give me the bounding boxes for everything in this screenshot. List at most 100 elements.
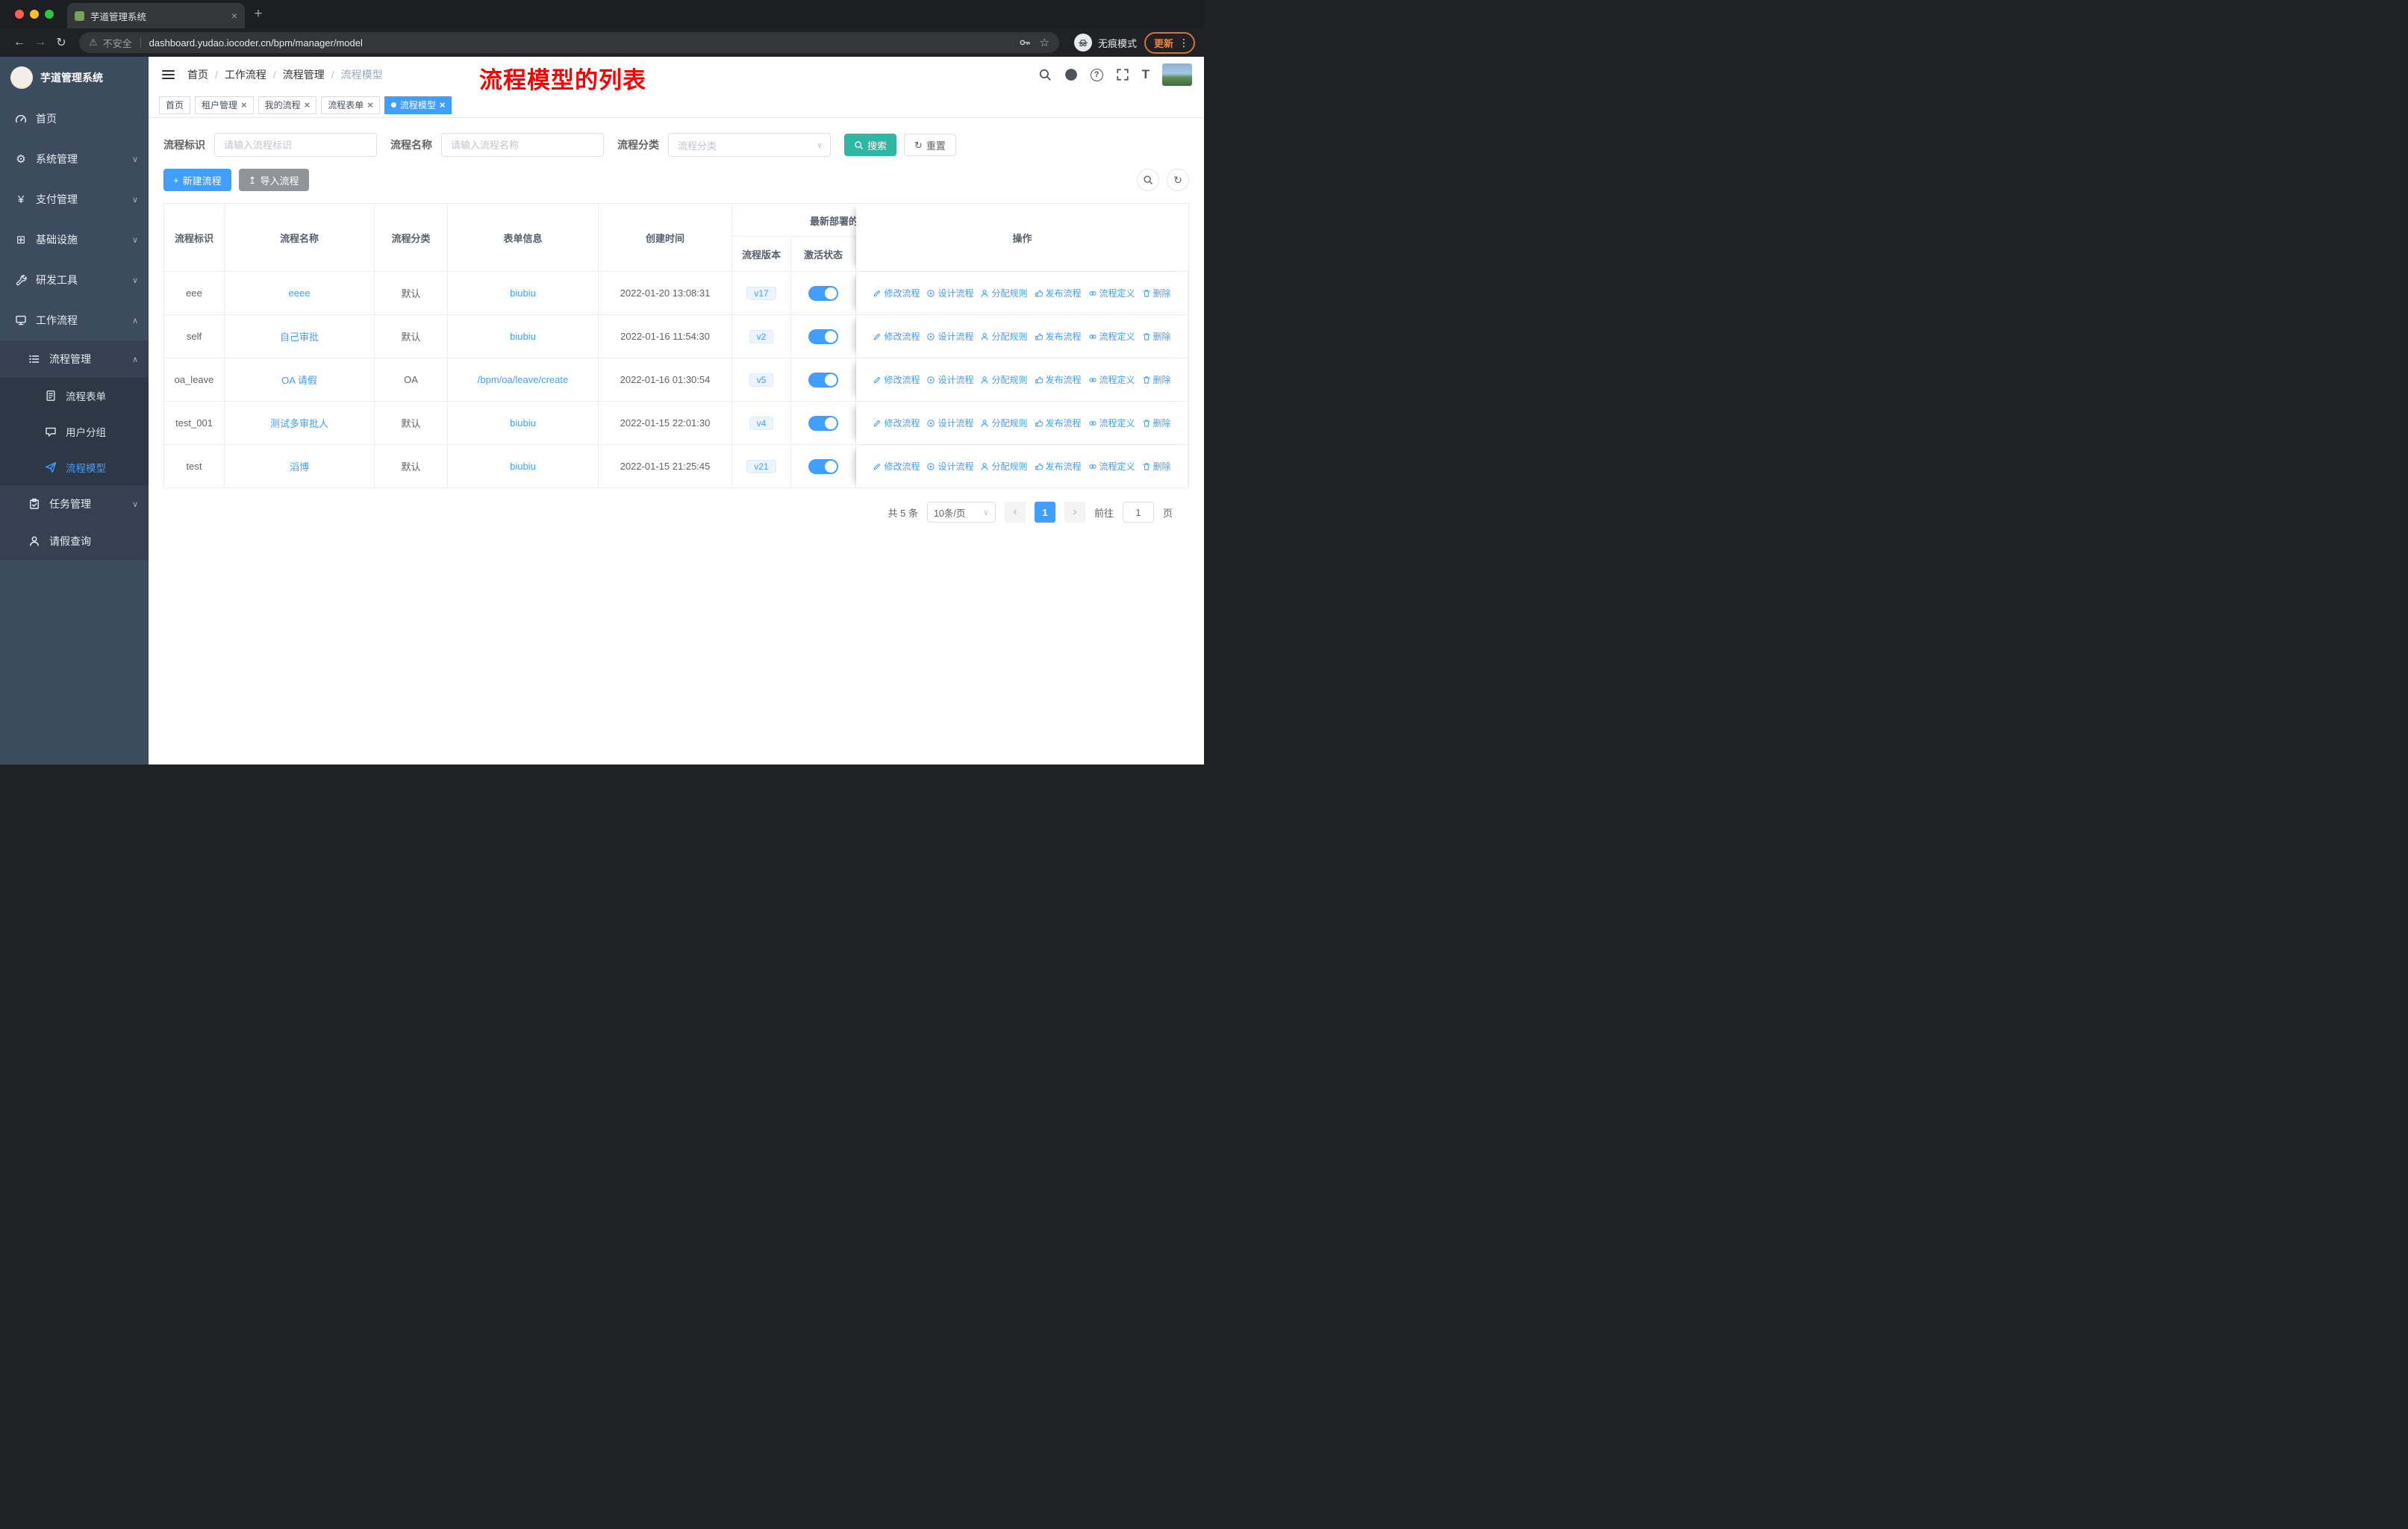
address-bar[interactable]: ⚠ 不安全 dashboard.yudao.iocoder.cn/bpm/man… [79, 32, 1059, 53]
process-definition-link[interactable]: 流程定义 [1088, 460, 1135, 473]
search-button[interactable]: 搜索 [844, 134, 897, 156]
bookmark-star-icon[interactable]: ☆ [1040, 36, 1049, 49]
process-definition-link[interactable]: 流程定义 [1088, 373, 1135, 386]
design-process-link[interactable]: 设计流程 [926, 417, 973, 429]
assign-rule-link[interactable]: 分配规则 [980, 373, 1028, 386]
security-label[interactable]: 不安全 [103, 36, 132, 50]
delete-link[interactable]: 删除 [1142, 287, 1171, 299]
design-process-link[interactable]: 设计流程 [926, 287, 973, 299]
design-process-link[interactable]: 设计流程 [926, 460, 973, 473]
category-select[interactable]: 流程分类 ∨ [668, 133, 831, 157]
design-process-link[interactable]: 设计流程 [926, 330, 973, 343]
delete-link[interactable]: 删除 [1142, 460, 1171, 473]
form-link[interactable]: biubiu [510, 461, 536, 472]
browser-menu-icon[interactable]: ⋮ [1179, 37, 1189, 49]
publish-process-link[interactable]: 发布流程 [1035, 460, 1082, 473]
sidebar-item-task-management[interactable]: 任务管理 ∨ [0, 485, 149, 523]
sidebar-item-workflow[interactable]: 工作流程 ∧ [0, 300, 149, 340]
edit-process-link[interactable]: 修改流程 [873, 330, 920, 343]
tag-my-process[interactable]: 我的流程 × [258, 96, 317, 114]
form-link[interactable]: biubiu [510, 417, 536, 429]
next-page-button[interactable]: › [1064, 502, 1085, 523]
page-size-select[interactable]: 10条/页 ∨ [926, 502, 996, 523]
close-tab-icon[interactable]: × [231, 10, 237, 22]
sidebar-item-process-model[interactable]: 流程模型 [0, 449, 149, 485]
process-name-link[interactable]: eeee [289, 287, 311, 299]
toggle-search-button[interactable] [1137, 169, 1159, 191]
active-toggle[interactable] [808, 458, 838, 474]
prev-page-button[interactable]: ‹ [1004, 502, 1026, 523]
publish-process-link[interactable]: 发布流程 [1035, 373, 1082, 386]
fullscreen-icon[interactable] [1116, 68, 1129, 81]
close-tag-icon[interactable]: × [440, 100, 446, 110]
tag-process-model[interactable]: 流程模型 × [384, 96, 452, 114]
breadcrumb-workflow[interactable]: 工作流程 [225, 67, 266, 82]
new-tab-button[interactable]: + [248, 4, 269, 25]
tag-home[interactable]: 首页 [159, 96, 191, 114]
minimize-window-button[interactable] [30, 10, 39, 19]
process-name-link[interactable]: 测试多审批人 [270, 416, 328, 430]
process-name-link[interactable]: OA 请假 [281, 373, 317, 387]
publish-process-link[interactable]: 发布流程 [1035, 287, 1082, 299]
import-process-button[interactable]: ↥ 导入流程 [238, 169, 309, 191]
edit-process-link[interactable]: 修改流程 [873, 460, 920, 473]
form-link[interactable]: biubiu [510, 331, 536, 342]
sidebar-item-process-management[interactable]: 流程管理 ∧ [0, 340, 149, 378]
active-toggle[interactable] [808, 372, 838, 387]
collapse-sidebar-icon[interactable] [160, 65, 176, 84]
active-toggle[interactable] [808, 285, 838, 301]
user-avatar[interactable] [1162, 63, 1192, 86]
process-definition-link[interactable]: 流程定义 [1088, 417, 1135, 429]
form-link[interactable]: /bpm/oa/leave/create [478, 374, 568, 385]
help-icon[interactable]: ? [1090, 68, 1103, 81]
edit-process-link[interactable]: 修改流程 [873, 287, 920, 299]
sidebar-item-payment[interactable]: ¥ 支付管理 ∨ [0, 179, 149, 219]
assign-rule-link[interactable]: 分配规则 [980, 330, 1028, 343]
sidebar-item-infra[interactable]: ⊞ 基础设施 ∨ [0, 219, 149, 260]
close-tag-icon[interactable]: × [241, 100, 247, 110]
password-key-icon[interactable] [1019, 37, 1031, 49]
page-number-button[interactable]: 1 [1034, 502, 1055, 523]
process-name-link[interactable]: 滔博 [290, 459, 309, 473]
sidebar-item-system[interactable]: ⚙ 系统管理 ∨ [0, 139, 149, 179]
tag-tenant[interactable]: 租户管理 × [195, 96, 254, 114]
publish-process-link[interactable]: 发布流程 [1035, 330, 1082, 343]
publish-process-link[interactable]: 发布流程 [1035, 417, 1082, 429]
reload-icon[interactable]: ↻ [51, 32, 72, 53]
close-window-button[interactable] [15, 10, 24, 19]
edit-process-link[interactable]: 修改流程 [873, 373, 920, 386]
sidebar-item-leave-query[interactable]: 请假查询 [0, 523, 149, 560]
assign-rule-link[interactable]: 分配规则 [980, 460, 1028, 473]
create-process-button[interactable]: + 新建流程 [163, 169, 231, 191]
close-tag-icon[interactable]: × [367, 100, 373, 110]
back-icon[interactable]: ← [9, 32, 30, 53]
active-toggle[interactable] [808, 415, 838, 431]
process-key-input[interactable] [214, 133, 377, 157]
breadcrumb-process-management[interactable]: 流程管理 [283, 67, 325, 82]
sidebar-item-process-form[interactable]: 流程表单 [0, 378, 149, 414]
assign-rule-link[interactable]: 分配规则 [980, 287, 1028, 299]
browser-tab[interactable]: 芋道管理系统 × [67, 3, 245, 28]
process-definition-link[interactable]: 流程定义 [1088, 330, 1135, 343]
search-icon[interactable] [1038, 68, 1052, 81]
forward-icon[interactable]: → [30, 32, 51, 53]
delete-link[interactable]: 删除 [1142, 417, 1171, 429]
design-process-link[interactable]: 设计流程 [926, 373, 973, 386]
process-definition-link[interactable]: 流程定义 [1088, 287, 1135, 299]
maximize-window-button[interactable] [45, 10, 54, 19]
refresh-table-button[interactable]: ↻ [1167, 169, 1189, 191]
delete-link[interactable]: 删除 [1142, 373, 1171, 386]
sidebar-item-devtools[interactable]: 研发工具 ∨ [0, 260, 149, 300]
assign-rule-link[interactable]: 分配规则 [980, 417, 1028, 429]
github-icon[interactable] [1064, 68, 1078, 81]
close-tag-icon[interactable]: × [305, 100, 311, 110]
sidebar-item-home[interactable]: 首页 [0, 99, 149, 139]
reset-button[interactable]: ↻ 重置 [904, 134, 956, 156]
font-size-icon[interactable]: T [1142, 67, 1150, 82]
edit-process-link[interactable]: 修改流程 [873, 417, 920, 429]
process-name-input[interactable] [441, 133, 604, 157]
active-toggle[interactable] [808, 328, 838, 344]
update-button[interactable]: 更新 ⋮ [1144, 31, 1195, 54]
tag-process-form[interactable]: 流程表单 × [321, 96, 380, 114]
breadcrumb-home[interactable]: 首页 [187, 67, 208, 82]
